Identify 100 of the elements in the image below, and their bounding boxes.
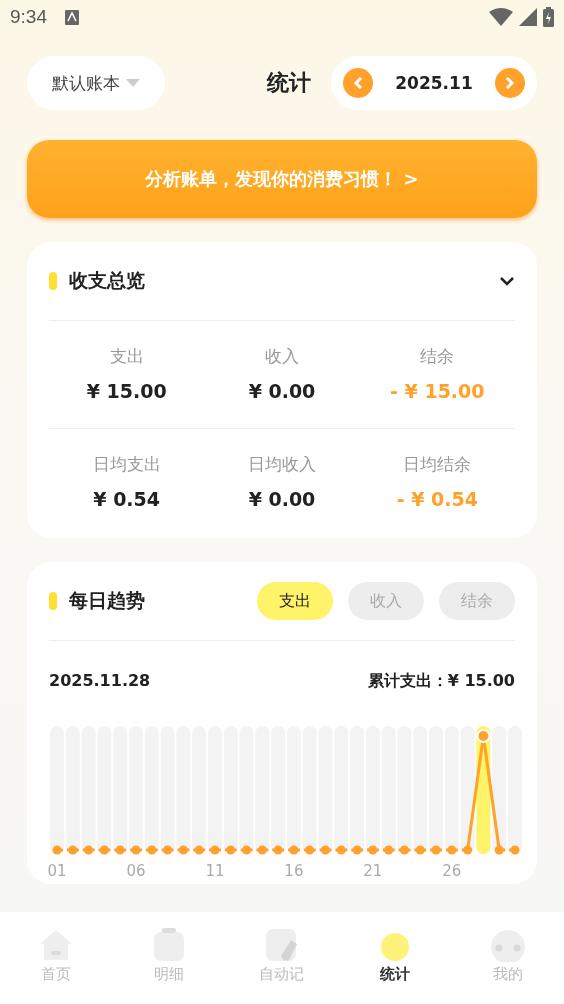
data-point xyxy=(194,845,204,855)
trend-tab[interactable]: 支出 xyxy=(257,582,333,620)
nav-tab[interactable]: 自动记 xyxy=(225,912,339,1004)
chart-bar[interactable] xyxy=(144,726,159,854)
axis-label: 26 xyxy=(442,862,462,880)
data-point xyxy=(131,845,141,855)
stat-value: - ¥ 15.00 xyxy=(389,380,486,402)
clipboard-icon xyxy=(153,928,186,962)
chart-bar[interactable] xyxy=(65,726,80,854)
chart-bar[interactable] xyxy=(81,726,96,854)
data-point xyxy=(368,845,378,855)
chevron-right-icon xyxy=(505,76,515,90)
stat-value: ¥ 15.00 xyxy=(85,380,168,402)
trend-tab[interactable]: 结余 xyxy=(439,582,515,620)
data-point xyxy=(147,845,157,855)
chart-bar[interactable] xyxy=(50,726,64,854)
data-point xyxy=(52,845,62,855)
nav-tab[interactable]: 首页 xyxy=(0,912,113,1004)
data-point xyxy=(289,845,299,855)
chart-bar[interactable] xyxy=(97,726,112,854)
data-point xyxy=(384,845,394,855)
data-point xyxy=(305,845,315,855)
data-point xyxy=(68,845,78,855)
stat-label: 日均结余 xyxy=(402,453,473,476)
selected-date: 2025.11.28 xyxy=(49,671,151,692)
chart-bar[interactable] xyxy=(239,726,254,854)
stat-value: ¥ 0.00 xyxy=(247,380,317,402)
nav-tab[interactable]: 统计 xyxy=(338,912,452,1004)
caret-icon xyxy=(126,79,140,87)
battery-icon xyxy=(543,7,554,27)
signal-icon xyxy=(519,8,537,26)
stat-value: - ¥ 0.54 xyxy=(395,488,479,510)
analysis-banner[interactable]: 分析账单，发现你的消费习惯！ > xyxy=(27,140,537,218)
chart-bar[interactable] xyxy=(508,726,522,854)
title-marker xyxy=(49,272,57,290)
data-point xyxy=(494,845,504,855)
next-month-button[interactable] xyxy=(495,68,525,98)
axis-label: 21 xyxy=(363,862,383,880)
ledger-dropdown[interactable]: 默认账本 xyxy=(27,56,165,110)
chart-bar[interactable] xyxy=(365,726,380,854)
data-point xyxy=(431,845,441,855)
month-label: 2025.11 xyxy=(395,73,473,93)
nav-tab[interactable]: 明细 xyxy=(112,912,226,1004)
data-point xyxy=(321,845,330,855)
chevron-left-icon xyxy=(353,76,363,90)
chart-bar[interactable] xyxy=(160,726,175,854)
data-point xyxy=(447,845,457,855)
chart-bar[interactable] xyxy=(176,726,191,854)
title-marker xyxy=(49,592,57,610)
data-point xyxy=(273,845,283,855)
chart-bar[interactable] xyxy=(444,726,459,854)
data-point xyxy=(415,845,425,855)
chart-bar[interactable] xyxy=(413,726,428,854)
data-point xyxy=(226,845,236,855)
data-point xyxy=(352,845,362,855)
data-point xyxy=(178,845,188,855)
axis-label: 01 xyxy=(47,862,67,880)
stat-label: 支出 xyxy=(108,345,145,368)
chart-bar[interactable] xyxy=(334,726,349,854)
data-point xyxy=(510,845,520,855)
stat-label: 日均支出 xyxy=(91,453,162,476)
stat-label: 结余 xyxy=(419,345,456,368)
wifi-icon xyxy=(489,8,513,26)
data-point xyxy=(336,845,346,855)
previous-month-button[interactable] xyxy=(343,68,373,98)
chart-bar[interactable] xyxy=(113,726,128,854)
note-pen-icon xyxy=(265,928,299,962)
chart-bar[interactable] xyxy=(302,726,317,854)
data-point xyxy=(463,845,473,855)
page-title: 统计 xyxy=(267,69,311,97)
axis-label: 16 xyxy=(284,862,304,880)
keyboard-icon xyxy=(65,9,79,25)
data-point xyxy=(163,845,173,855)
chart-bar[interactable] xyxy=(460,726,475,854)
card-title: 每日趋势 xyxy=(69,588,145,613)
chart-bar[interactable] xyxy=(381,726,396,854)
data-point xyxy=(210,845,220,855)
chart-bar[interactable] xyxy=(223,726,238,854)
trend-tab[interactable]: 收入 xyxy=(348,582,424,620)
stat-value: ¥ 0.00 xyxy=(247,488,317,510)
stat-label: 日均收入 xyxy=(247,453,317,476)
stat-label: 收入 xyxy=(264,345,300,368)
chart-bar[interactable] xyxy=(318,726,333,854)
stat-value: ¥ 0.54 xyxy=(92,488,161,510)
data-point xyxy=(476,729,491,743)
status-time: 9:34 xyxy=(10,6,47,28)
data-point xyxy=(84,845,94,855)
data-point xyxy=(242,845,251,855)
data-point xyxy=(99,845,109,855)
nav-tab[interactable]: 我的 xyxy=(451,912,564,1004)
card-title: 收支总览 xyxy=(69,268,145,293)
mascot-icon xyxy=(489,928,526,962)
chart-bar[interactable] xyxy=(397,726,412,854)
cumulative-total: 累计支出：¥ 15.00 xyxy=(367,671,515,692)
data-point xyxy=(257,845,267,855)
axis-label: 06 xyxy=(126,862,146,880)
chevron-down-icon[interactable] xyxy=(499,276,515,286)
chart-bar[interactable] xyxy=(255,726,270,854)
data-point xyxy=(115,845,125,855)
axis-label: 11 xyxy=(205,862,225,880)
